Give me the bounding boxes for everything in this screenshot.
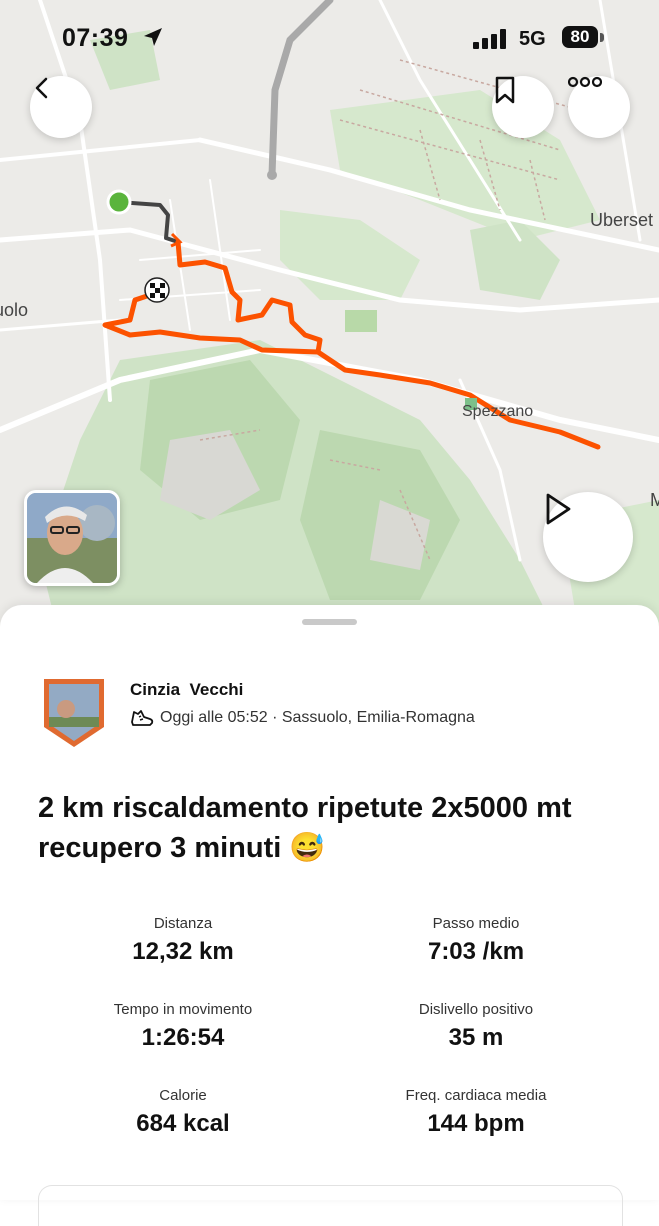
stat-value: 684 kcal	[136, 1110, 230, 1137]
stat-calories: Calorie 684 kcal	[33, 1087, 333, 1138]
athlete-name[interactable]: Cinzia Vecchi	[130, 680, 243, 700]
activity-title: 2 km riscaldamento ripetute 2x5000 mt re…	[38, 792, 572, 864]
next-section-card[interactable]	[38, 1185, 623, 1226]
activity-date-location: Oggi alle 05:52 · Sassuolo, Emilia-Romag…	[160, 709, 475, 726]
status-time: 07:39	[62, 24, 129, 52]
stat-moving-time: Tempo in movimento 1:26:54	[33, 1001, 333, 1052]
status-bar: 07:39 5G 80	[0, 22, 659, 58]
play-icon	[546, 493, 571, 525]
stat-value: 12,32 km	[132, 938, 234, 965]
activity-meta: Oggi alle 05:52 · Sassuolo, Emilia-Romag…	[130, 708, 475, 728]
person-photo	[27, 493, 117, 583]
play-flyover-button[interactable]	[543, 492, 633, 582]
bookmark-icon	[495, 76, 515, 104]
stat-label: Freq. cardiaca media	[405, 1087, 547, 1104]
map-label-village: Spezzano	[462, 403, 534, 420]
bookmark-button[interactable]	[492, 76, 554, 138]
map-label-edge: M	[650, 490, 659, 510]
more-icon	[568, 76, 602, 88]
start-marker	[106, 189, 132, 215]
stat-value: 7:03 /km	[427, 938, 525, 965]
stat-distance: Distanza 12,32 km	[33, 915, 333, 966]
stat-label: Dislivello positivo	[418, 1001, 534, 1018]
signal-icon	[473, 29, 506, 49]
stat-label: Calorie	[159, 1087, 207, 1104]
stat-value: 1:26:54	[141, 1024, 225, 1051]
chevron-left-icon	[35, 77, 48, 99]
route-map[interactable]: uolo Uberset Spezzano M 07:39 5G 80	[0, 0, 659, 640]
stat-label: Distanza	[153, 915, 213, 932]
battery-indicator: 80	[562, 26, 598, 48]
map-label-right-town: Uberset	[590, 210, 654, 230]
run-shoe-icon	[131, 710, 154, 726]
stat-value: 35 m	[448, 1024, 504, 1051]
stat-value: 144 bpm	[427, 1110, 525, 1137]
activity-details-sheet: Cinzia Vecchi Oggi alle 05:52 · Sassuolo…	[0, 605, 659, 1226]
stat-heart-rate: Freq. cardiaca media 144 bpm	[326, 1087, 626, 1138]
map-label-left-town: uolo	[0, 300, 29, 320]
sheet-drag-handle[interactable]	[302, 619, 357, 625]
network-type: 5G	[519, 28, 546, 50]
activity-photo-thumbnail[interactable]	[24, 490, 120, 586]
location-arrow-icon	[144, 28, 162, 46]
back-button[interactable]	[30, 76, 92, 138]
more-options-button[interactable]	[568, 76, 630, 138]
stat-elevation: Dislivello positivo 35 m	[326, 1001, 626, 1052]
stat-pace: Passo medio 7:03 /km	[326, 915, 626, 966]
stat-label: Passo medio	[432, 915, 520, 932]
stat-label: Tempo in movimento	[113, 1001, 253, 1018]
finish-marker	[144, 277, 170, 303]
athlete-avatar[interactable]	[42, 677, 106, 749]
battery-tip	[600, 33, 604, 42]
